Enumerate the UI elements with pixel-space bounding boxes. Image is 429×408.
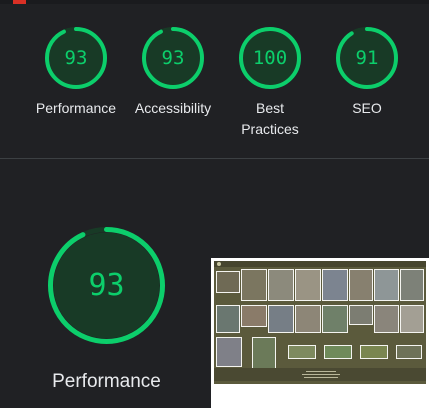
performance-large-title: Performance xyxy=(52,371,161,392)
section-divider xyxy=(0,158,429,159)
screenshot-photo xyxy=(216,305,240,333)
screenshot-photo xyxy=(322,269,348,301)
gauge-accessibility-label: Accessibility xyxy=(123,98,223,119)
top-strip xyxy=(0,0,429,4)
performance-large-score: 93 xyxy=(88,268,125,303)
screenshot-photo xyxy=(349,305,373,325)
screenshot-photo xyxy=(324,345,352,359)
gauge-seo-label: SEO xyxy=(317,98,417,119)
screenshot-photo xyxy=(241,269,267,301)
screenshot-photo xyxy=(396,345,422,359)
screenshot-site-logo-icon xyxy=(217,262,221,266)
gauge-best-practices-label: Best Practices xyxy=(220,98,320,140)
page-screenshot-thumbnail[interactable] xyxy=(211,258,429,408)
screenshot-photo xyxy=(295,305,321,333)
gauge-accessibility[interactable]: 93 xyxy=(140,25,206,91)
screenshot-footer-line xyxy=(302,374,340,375)
screenshot-photo xyxy=(374,269,399,301)
screenshot-photo xyxy=(400,269,424,301)
gauge-best-practices-label-line-2: Practices xyxy=(241,121,299,137)
performance-large-gauge: 93 xyxy=(46,225,167,346)
screenshot-site-header xyxy=(214,261,426,267)
screenshot-photo xyxy=(268,305,294,333)
screenshot-photo xyxy=(322,305,348,333)
screenshot-photo xyxy=(268,269,294,301)
gauge-seo-label-text: SEO xyxy=(352,100,382,116)
gauge-performance-label-text: Performance xyxy=(35,100,117,116)
screenshot-photo xyxy=(360,345,388,359)
gauge-performance[interactable]: 93 xyxy=(43,25,109,91)
gauge-best-practices-score: 100 xyxy=(252,47,288,69)
screenshot-photo xyxy=(241,305,267,327)
gauge-performance-label: Performance xyxy=(26,98,126,119)
gauge-accessibility-label-text: Accessibility xyxy=(134,100,212,116)
gauge-accessibility-score: 93 xyxy=(161,47,185,69)
screenshot-photo xyxy=(349,269,373,301)
screenshot-photo xyxy=(400,305,424,333)
screenshot-footer-line xyxy=(306,371,336,372)
screenshot-photo xyxy=(216,337,242,367)
gauge-seo[interactable]: 91 xyxy=(334,25,400,91)
screenshot-footer-line xyxy=(304,377,338,378)
screenshot-photo xyxy=(374,305,399,333)
screenshot-photo xyxy=(288,345,316,359)
screenshot-photo xyxy=(295,269,321,301)
gauge-best-practices[interactable]: 100 xyxy=(237,25,303,91)
screenshot-photo xyxy=(216,271,240,293)
top-flag-icon xyxy=(13,0,26,4)
gauge-performance-score: 93 xyxy=(64,47,88,69)
screenshot-photo xyxy=(252,337,276,369)
screenshot-site-footer xyxy=(214,368,426,381)
gauge-seo-score: 91 xyxy=(355,47,379,69)
gauge-best-practices-label-line-1: Best xyxy=(255,100,284,116)
screenshot-site-image xyxy=(214,261,426,384)
